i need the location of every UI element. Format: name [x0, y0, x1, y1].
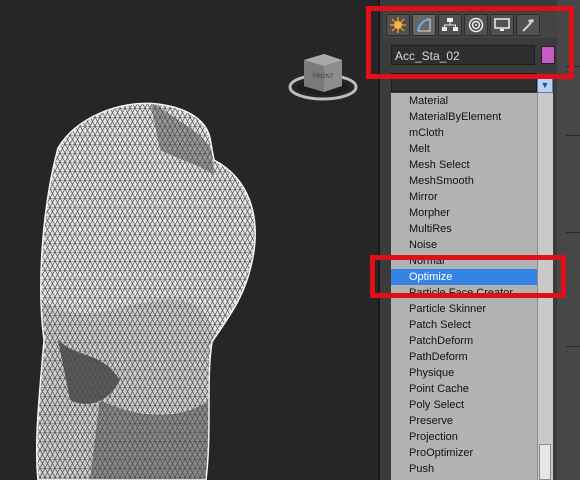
hierarchy-icon: [442, 18, 458, 31]
motion-icon: [468, 17, 484, 33]
divider: [566, 232, 580, 233]
display-icon: [494, 18, 510, 31]
modifier-list-item[interactable]: Melt: [391, 141, 537, 157]
modifier-list-item[interactable]: Particle Face Creator: [391, 285, 537, 301]
scrollbar-thumb[interactable]: [539, 444, 551, 480]
modifier-list-item[interactable]: Point Cache: [391, 381, 537, 397]
modifier-list-item[interactable]: Particle Skinner: [391, 301, 537, 317]
tab-display[interactable]: [490, 14, 514, 36]
modify-icon: [417, 18, 431, 32]
object-color-swatch[interactable]: [541, 46, 555, 64]
tab-create[interactable]: [386, 14, 410, 36]
modifier-list-item[interactable]: Optimize: [391, 269, 537, 285]
divider: [566, 135, 580, 136]
tab-hierarchy[interactable]: [438, 14, 462, 36]
modifier-list[interactable]: Material MaterialByElement mCloth Melt Mesh …: [391, 93, 537, 480]
object-name-field[interactable]: Acc_Sta_02: [391, 45, 535, 65]
tab-motion[interactable]: [464, 14, 488, 36]
modifier-list-item[interactable]: Noise: [391, 237, 537, 253]
modifier-list-item[interactable]: Normal: [391, 253, 537, 269]
divider: [566, 346, 580, 347]
viewcube-face-label: FRONT: [313, 74, 334, 80]
modifier-list-item[interactable]: Projection: [391, 429, 537, 445]
tab-utilities[interactable]: [516, 14, 540, 36]
dropdown-arrow-icon[interactable]: ▼: [537, 77, 553, 93]
modifier-list-item[interactable]: MeshSmooth: [391, 173, 537, 189]
modifier-list-item[interactable]: Poly Select: [391, 397, 537, 413]
modifier-list-item[interactable]: Mesh Select: [391, 157, 537, 173]
modifier-list-item[interactable]: mCloth: [391, 125, 537, 141]
wireframe-mesh: FRONT: [35, 54, 358, 480]
modifier-list-item[interactable]: Morpher: [391, 205, 537, 221]
modifier-list-item[interactable]: PatchDeform: [391, 333, 537, 349]
modifier-list-item[interactable]: Mirror: [391, 189, 537, 205]
tab-modify[interactable]: [412, 14, 436, 36]
modifier-list-dropdown[interactable]: [391, 73, 537, 92]
modifier-list-item[interactable]: MultiRes: [391, 221, 537, 237]
modifier-list-item[interactable]: Patch Select: [391, 317, 537, 333]
modifier-list-item[interactable]: MaterialByElement: [391, 109, 537, 125]
modifier-list-item[interactable]: Preserve: [391, 413, 537, 429]
modifier-list-scrollbar[interactable]: [537, 93, 553, 480]
modifier-list-item[interactable]: ProOptimizer: [391, 445, 537, 461]
create-icon: [390, 17, 406, 33]
utilities-icon: [522, 19, 534, 32]
viewcube[interactable]: FRONT: [288, 54, 358, 101]
modifier-list-item[interactable]: Push: [391, 461, 537, 477]
viewport[interactable]: FRONT: [0, 0, 378, 480]
modifier-list-item[interactable]: Material: [391, 93, 537, 109]
side-panel-strip: [557, 0, 580, 480]
divider: [566, 66, 580, 67]
modifier-list-item[interactable]: Physique: [391, 365, 537, 381]
modifier-list-item[interactable]: PathDeform: [391, 349, 537, 365]
